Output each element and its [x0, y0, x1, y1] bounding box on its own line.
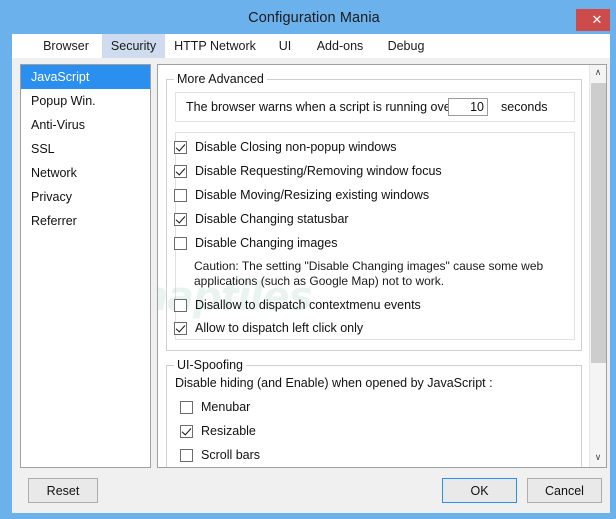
- checkbox-row-allow-to-dispatch-left-click-only[interactable]: Allow to dispatch left click only: [174, 318, 363, 338]
- ui-spoofing-description: Disable hiding (and Enable) when opened …: [175, 376, 493, 390]
- sidebar-item-popup-win[interactable]: Popup Win.: [21, 89, 150, 113]
- checkbox-resizable[interactable]: [180, 424, 193, 438]
- checkbox-menubar[interactable]: [180, 400, 193, 414]
- checkbox-scroll-bars[interactable]: [180, 448, 193, 462]
- checkbox-label: Disable Closing non-popup windows: [195, 140, 397, 154]
- checkbox-label: Scroll bars: [201, 448, 261, 462]
- checkbox-row-disable-closing-non-popup-windows[interactable]: Disable Closing non-popup windows: [174, 137, 397, 157]
- reset-button[interactable]: Reset: [28, 478, 98, 503]
- checkbox-row-disallow-to-dispatch-contextmenu-events[interactable]: Disallow to dispatch contextmenu events: [174, 295, 421, 315]
- checkbox-label: Disable Changing images: [195, 236, 338, 250]
- window-title: Configuration Mania: [248, 10, 380, 26]
- configuration-mania-window: Configuration Mania ✕ Browser Security HTT…: [0, 0, 616, 519]
- checkbox-label: Disallow to dispatch contextmenu events: [195, 298, 421, 312]
- tab-security[interactable]: Security: [102, 34, 165, 58]
- close-icon[interactable]: ✕: [576, 9, 610, 31]
- checkbox-row-resizable[interactable]: Resizable: [180, 421, 256, 441]
- tab-add-ons[interactable]: Add-ons: [305, 34, 375, 58]
- checkbox-disable-closing-non-popup-windows[interactable]: [174, 140, 187, 154]
- checkbox-allow-to-dispatch-left-click-only[interactable]: [174, 321, 187, 335]
- tab-debug[interactable]: Debug: [375, 34, 437, 58]
- group-more-advanced-title: More Advanced: [174, 72, 267, 86]
- checkbox-label: Menubar: [201, 400, 251, 414]
- sidebar-item-anti-virus[interactable]: Anti-Virus: [21, 113, 150, 137]
- sidebar-item-javascript[interactable]: JavaScript: [21, 65, 150, 89]
- script-timeout-input[interactable]: [448, 98, 488, 116]
- category-list[interactable]: JavaScript Popup Win. Anti-Virus SSL Network…: [20, 64, 151, 468]
- scrollbar-thumb[interactable]: [591, 83, 606, 363]
- checkbox-label: Disable Changing statusbar: [195, 212, 349, 226]
- checkbox-label: Disable Moving/Resizing existing windows: [195, 188, 430, 202]
- checkbox-row-disable-moving-resizing-existing-windows[interactable]: Disable Moving/Resizing existing windows: [174, 185, 429, 205]
- tab-browser[interactable]: Browser: [30, 34, 102, 58]
- script-timeout-box: The browser warns when a script is runni…: [175, 92, 575, 122]
- checkbox-disable-moving-resizing-existing-windows[interactable]: [174, 188, 187, 202]
- scroll-down-icon[interactable]: ∨: [590, 450, 606, 467]
- checkbox-disable-changing-statusbar[interactable]: [174, 212, 187, 226]
- checkbox-row-menubar[interactable]: Menubar: [180, 397, 250, 417]
- checkbox-disallow-to-dispatch-contextmenu-events[interactable]: [174, 298, 187, 312]
- checkbox-disable-changing-images[interactable]: [174, 236, 187, 250]
- checkbox-row-scroll-bars[interactable]: Scroll bars: [180, 445, 260, 465]
- tab-strip: Browser Security HTTP Network UI Add-ons Debu…: [12, 34, 610, 58]
- checkbox-label: Allow to dispatch left click only: [195, 321, 364, 335]
- title-bar: Configuration Mania ✕: [6, 6, 610, 34]
- script-timeout-prefix: The browser warns when a script is runni…: [186, 100, 455, 114]
- sidebar-item-network[interactable]: Network: [21, 161, 150, 185]
- tab-ui[interactable]: UI: [265, 34, 305, 58]
- sidebar-item-ssl[interactable]: SSL: [21, 137, 150, 161]
- caution-note: Caution: The setting "Disable Changing i…: [194, 259, 544, 288]
- checkbox-label: Resizable: [201, 424, 256, 438]
- scroll-up-icon[interactable]: ∧: [590, 65, 606, 82]
- checkbox-label: Disable Requesting/Removing window focus: [195, 164, 442, 178]
- sidebar-item-privacy[interactable]: Privacy: [21, 185, 150, 209]
- cancel-button[interactable]: Cancel: [527, 478, 602, 503]
- panel-scrollbar[interactable]: ∧ ∨: [589, 65, 606, 467]
- checkbox-row-disable-requesting-removing-window-focus[interactable]: Disable Requesting/Removing window focus: [174, 161, 442, 181]
- settings-panel-content: More Advanced The browser warns when a s…: [158, 65, 590, 467]
- tab-http-network[interactable]: HTTP Network: [165, 34, 265, 58]
- group-ui-spoofing-title: UI-Spoofing: [174, 358, 247, 372]
- client-area: JavaScript Popup Win. Anti-Virus SSL Network…: [12, 58, 610, 513]
- checkbox-row-disable-changing-statusbar[interactable]: Disable Changing statusbar: [174, 209, 349, 229]
- checkbox-row-disable-changing-images[interactable]: Disable Changing images: [174, 233, 337, 253]
- ok-button[interactable]: OK: [442, 478, 517, 503]
- checkbox-disable-requesting-removing-window-focus[interactable]: [174, 164, 187, 178]
- sidebar-item-referrer[interactable]: Referrer: [21, 209, 150, 233]
- settings-panel: More Advanced The browser warns when a s…: [157, 64, 607, 468]
- script-timeout-suffix: seconds: [501, 100, 548, 114]
